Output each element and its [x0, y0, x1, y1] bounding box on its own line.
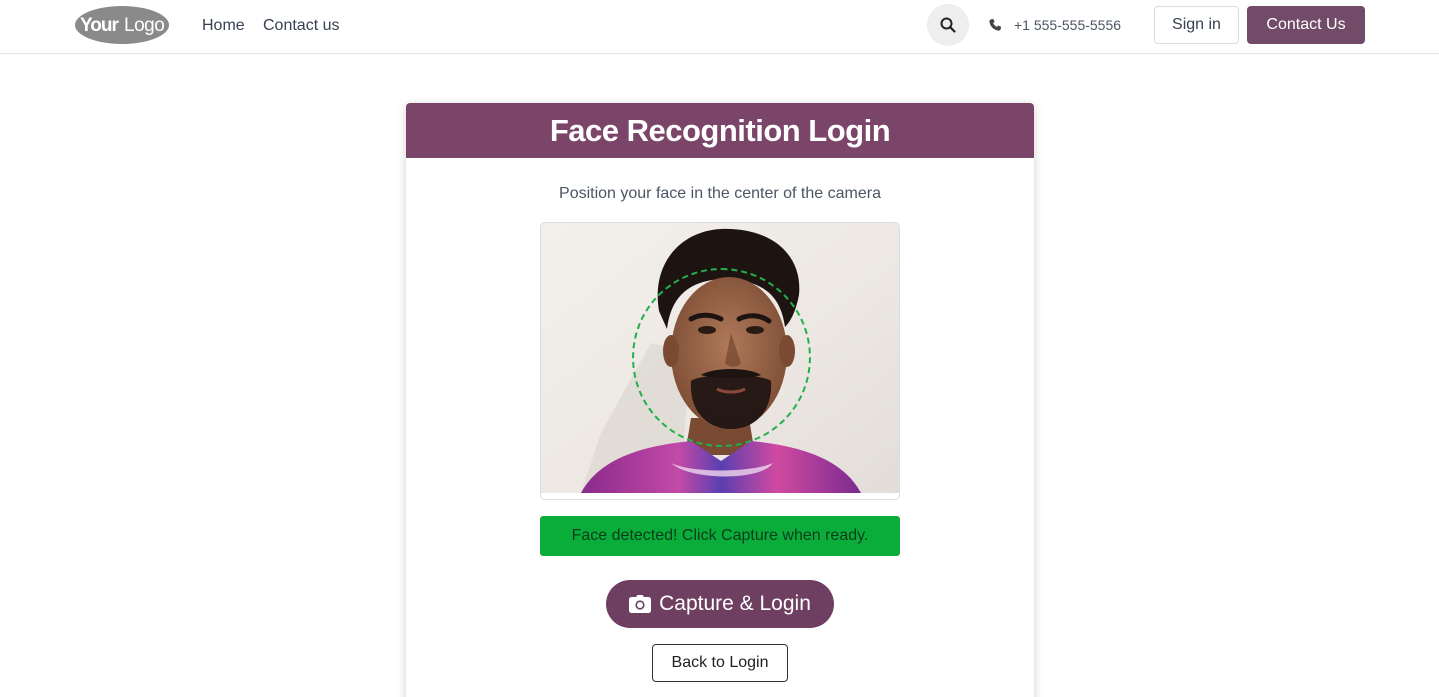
card-header: Face Recognition Login — [406, 103, 1034, 158]
face-detection-status: Face detected! Click Capture when ready. — [540, 516, 900, 556]
site-logo[interactable]: Your Logo — [74, 5, 170, 45]
svg-text:Your: Your — [80, 15, 119, 36]
nav-contact-link[interactable]: Contact us — [263, 16, 339, 36]
site-header: Your Logo Home Contact us +1 555-555-555… — [0, 0, 1439, 54]
camera-icon — [629, 595, 652, 613]
search-icon — [940, 17, 956, 33]
capture-login-button[interactable]: Capture & Login — [606, 580, 834, 628]
phone-icon — [989, 18, 1002, 31]
search-button[interactable] — [927, 4, 969, 46]
phone-contact[interactable]: +1 555-555-5556 — [988, 17, 1121, 33]
page-title: Face Recognition Login — [549, 112, 891, 148]
instruction-text: Position your face in the center of the … — [559, 185, 881, 202]
face-guide-circle — [632, 268, 811, 447]
phone-number: +1 555-555-5556 — [1014, 17, 1122, 33]
contact-us-button[interactable]: Contact Us — [1247, 6, 1365, 44]
capture-login-label: Capture & Login — [659, 592, 811, 615]
camera-preview — [540, 222, 900, 500]
face-login-card: Face Recognition Login Position your fac… — [406, 103, 1034, 697]
nav-home-link[interactable]: Home — [202, 16, 245, 36]
sign-in-button[interactable]: Sign in — [1154, 6, 1239, 44]
svg-text:Logo: Logo — [124, 15, 164, 36]
back-to-login-button[interactable]: Back to Login — [652, 644, 788, 682]
